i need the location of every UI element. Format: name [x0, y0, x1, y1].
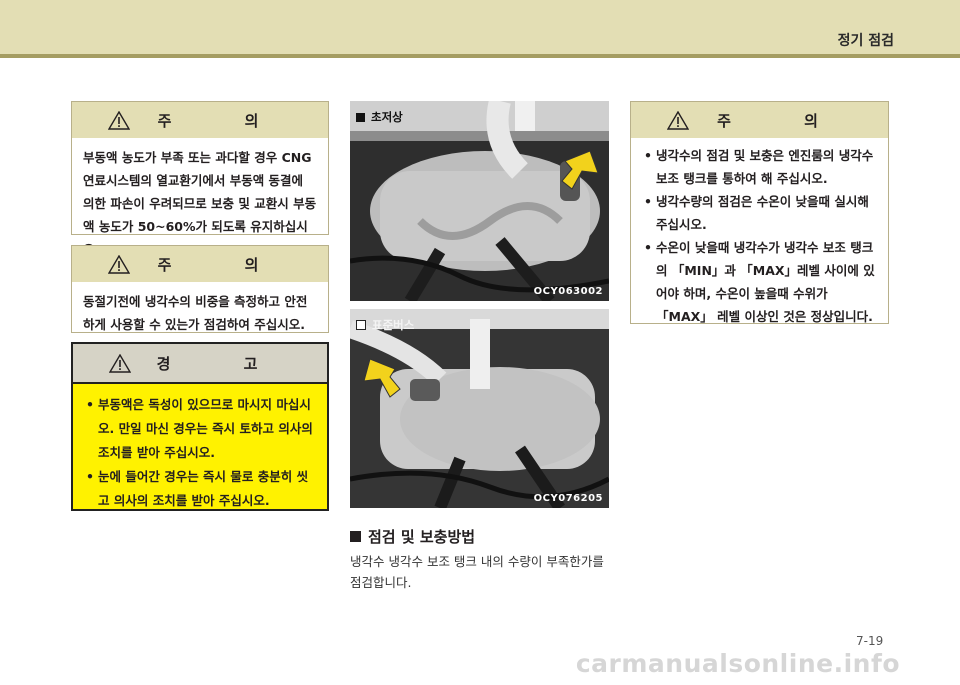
caption-square-icon — [356, 112, 365, 122]
photo-low-floor-bus: 초저상 OCY063002 — [350, 101, 609, 301]
warning-header: 경 고 — [73, 344, 327, 384]
warning-triangle-icon — [667, 110, 690, 130]
caution-body: 냉각수의 점검 및 보충은 엔진룸의 냉각수 보조 탱크를 통하여 해 주십시오… — [631, 138, 888, 334]
coolant-tank-photo-illustration — [350, 101, 609, 301]
coolant-tank-photo-illustration — [350, 309, 609, 508]
caution-box-specific-gravity: 주 의 동절기전에 냉각수의 비중을 측정하고 안전하게 사용할 수 있는가 점… — [71, 245, 329, 333]
section-title: 정기 점검 — [837, 33, 894, 49]
caution-title: 주 의 — [157, 255, 293, 274]
photo-caption-text: 표준버스 — [372, 318, 415, 332]
caution-title: 주 의 — [157, 111, 293, 130]
caution-header: 주 의 — [631, 102, 888, 138]
caution-box-coolant-check: 주 의 냉각수의 점검 및 보충은 엔진룸의 냉각수 보조 탱크를 통하여 해 … — [630, 101, 889, 324]
caution-item: 냉각수의 점검 및 보충은 엔진룸의 냉각수 보조 탱크를 통하여 해 주십시오… — [642, 144, 878, 190]
photo-caption: 초저상 — [356, 109, 403, 125]
photo-caption: 표준버스 — [356, 317, 414, 333]
method-heading-text: 점검 및 보충방법 — [368, 528, 476, 546]
warning-triangle-icon — [108, 353, 131, 373]
heading-square-icon — [350, 531, 361, 542]
photo-code: OCY063002 — [533, 286, 603, 297]
warning-triangle-icon — [107, 110, 130, 130]
caption-square-icon — [356, 320, 366, 330]
header-divider — [0, 54, 960, 58]
watermark-band: carmanualsonline.info — [0, 645, 960, 685]
watermark-text[interactable]: carmanualsonline.info — [576, 649, 900, 678]
caution-header: 주 의 — [72, 246, 328, 282]
method-text: 냉각수 냉각수 보조 탱크 내의 수량이 부족한가를 점검합니다. — [350, 554, 604, 590]
caution-item: 냉각수량의 점검은 수온이 낮을때 실시해 주십시오. — [642, 190, 878, 236]
warning-box-toxicity: 경 고 부동액은 독성이 있으므로 마시지 마십시오. 만일 마신 경우는 즉시… — [71, 342, 329, 511]
photo-standard-bus: 표준버스 OCY076205 — [350, 309, 609, 508]
warning-item: 부동액은 독성이 있으므로 마시지 마십시오. 만일 마신 경우는 즉시 토하고… — [84, 393, 317, 465]
warning-body: 부동액은 독성이 있으므로 마시지 마십시오. 만일 마신 경우는 즉시 토하고… — [73, 384, 327, 519]
photo-code: OCY076205 — [533, 493, 603, 504]
caution-title: 주 의 — [717, 111, 852, 130]
caution-header: 주 의 — [72, 102, 328, 138]
caution-text: 동절기전에 냉각수의 비중을 측정하고 안전하게 사용할 수 있는가 점검하여 … — [83, 294, 308, 332]
caution-box-antifreeze-concentration: 주 의 부동액 농도가 부족 또는 과다할 경우 CNG연료시스템의 열교환기에… — [71, 101, 329, 257]
photo-caption-text: 초저상 — [371, 110, 403, 124]
header-band — [0, 0, 960, 54]
caution-item: 수온이 낮을때 냉각수가 냉각수 보조 탱크의 「MIN」과 「MAX」레벨 사… — [642, 236, 878, 328]
warning-item: 눈에 들어간 경우는 즉시 물로 충분히 씻고 의사의 조치를 받아 주십시오. — [84, 465, 317, 513]
warning-title: 경 고 — [156, 354, 292, 373]
method-heading: 점검 및 보충방법 — [350, 526, 475, 547]
warning-triangle-icon — [107, 254, 130, 274]
